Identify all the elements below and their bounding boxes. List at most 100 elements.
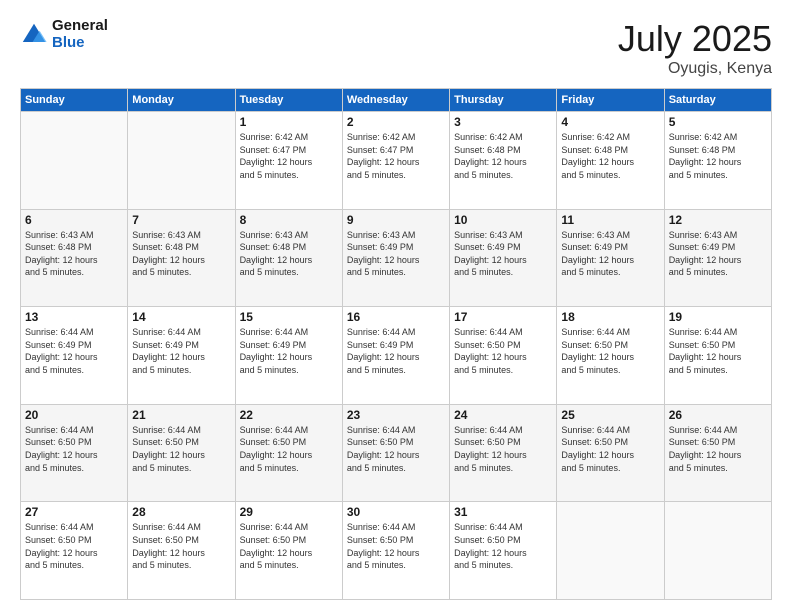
calendar-cell: 20Sunrise: 6:44 AMSunset: 6:50 PMDayligh… xyxy=(21,404,128,502)
calendar-header-row: SundayMondayTuesdayWednesdayThursdayFrid… xyxy=(21,89,772,112)
day-number: 23 xyxy=(347,408,445,422)
day-number: 14 xyxy=(132,310,230,324)
day-number: 29 xyxy=(240,505,338,519)
day-number: 16 xyxy=(347,310,445,324)
calendar-cell: 9Sunrise: 6:43 AMSunset: 6:49 PMDaylight… xyxy=(342,209,449,307)
day-number: 7 xyxy=(132,213,230,227)
day-detail: Sunrise: 6:44 AMSunset: 6:50 PMDaylight:… xyxy=(454,424,552,474)
day-detail: Sunrise: 6:44 AMSunset: 6:50 PMDaylight:… xyxy=(669,326,767,376)
day-detail: Sunrise: 6:44 AMSunset: 6:50 PMDaylight:… xyxy=(561,424,659,474)
calendar-cell: 26 Sunrise: 6:44 AMSunset: 6:50 PMDayligh… xyxy=(664,404,771,502)
calendar-cell: 22 Sunrise: 6:44 AMSunset: 6:50 PMDayligh… xyxy=(235,404,342,502)
day-detail: Sunrise: 6:42 AMSunset: 6:47 PMDaylight:… xyxy=(347,131,445,181)
calendar-week-1: 1Sunrise: 6:42 AMSunset: 6:47 PMDaylight… xyxy=(21,112,772,210)
day-detail: Sunrise: 6:43 AMSunset: 6:48 PMDaylight:… xyxy=(240,229,338,279)
calendar-cell xyxy=(664,502,771,600)
calendar-header-wednesday: Wednesday xyxy=(342,89,449,112)
day-detail: Sunrise: 6:44 AMSunset: 6:50 PMDaylight:… xyxy=(347,424,445,474)
calendar-header-monday: Monday xyxy=(128,89,235,112)
day-number: 6 xyxy=(25,213,123,227)
calendar-cell: 7 Sunrise: 6:43 AMSunset: 6:48 PMDaylight… xyxy=(128,209,235,307)
logo-line1: General xyxy=(52,18,108,35)
day-detail: Sunrise: 6:44 AMSunset: 6:50 PMDaylight:… xyxy=(669,424,767,474)
calendar-cell: 31Sunrise: 6:44 AMSunset: 6:50 PMDayligh… xyxy=(450,502,557,600)
calendar-cell: 17Sunrise: 6:44 AMSunset: 6:50 PMDayligh… xyxy=(450,307,557,405)
day-detail: Sunrise: 6:44 AMSunset: 6:50 PMDaylight:… xyxy=(25,424,123,474)
calendar-cell: 13 Sunrise: 6:44 AMSunset: 6:49 PMDayligh… xyxy=(21,307,128,405)
day-detail: Sunrise: 6:44 AMSunset: 6:49 PMDaylight:… xyxy=(25,326,123,376)
calendar-cell: 4 Sunrise: 6:42 AMSunset: 6:48 PMDaylight… xyxy=(557,112,664,210)
day-detail: Sunrise: 6:44 AMSunset: 6:50 PMDaylight:… xyxy=(132,521,230,571)
day-detail: Sunrise: 6:42 AMSunset: 6:48 PMDaylight:… xyxy=(561,131,659,181)
day-number: 22 xyxy=(240,408,338,422)
day-number: 5 xyxy=(669,115,767,129)
day-detail: Sunrise: 6:44 AMSunset: 6:50 PMDaylight:… xyxy=(25,521,123,571)
calendar-cell: 16 Sunrise: 6:44 AMSunset: 6:49 PMDayligh… xyxy=(342,307,449,405)
day-number: 8 xyxy=(240,213,338,227)
calendar-cell xyxy=(21,112,128,210)
calendar-cell: 1Sunrise: 6:42 AMSunset: 6:47 PMDaylight… xyxy=(235,112,342,210)
logo-line2: Blue xyxy=(52,35,108,52)
day-number: 19 xyxy=(669,310,767,324)
day-number: 4 xyxy=(561,115,659,129)
day-detail: Sunrise: 6:44 AMSunset: 6:50 PMDaylight:… xyxy=(347,521,445,571)
calendar-header-friday: Friday xyxy=(557,89,664,112)
title-block: July 2025 Oyugis, Kenya xyxy=(618,18,772,78)
calendar-week-5: 27Sunrise: 6:44 AMSunset: 6:50 PMDayligh… xyxy=(21,502,772,600)
calendar-cell: 24 Sunrise: 6:44 AMSunset: 6:50 PMDayligh… xyxy=(450,404,557,502)
day-number: 25 xyxy=(561,408,659,422)
day-number: 12 xyxy=(669,213,767,227)
calendar-cell: 19 Sunrise: 6:44 AMSunset: 6:50 PMDayligh… xyxy=(664,307,771,405)
day-detail: Sunrise: 6:44 AMSunset: 6:50 PMDaylight:… xyxy=(240,521,338,571)
day-detail: Sunrise: 6:43 AMSunset: 6:49 PMDaylight:… xyxy=(669,229,767,279)
location: Oyugis, Kenya xyxy=(618,60,772,78)
calendar-header-saturday: Saturday xyxy=(664,89,771,112)
header: General Blue July 2025 Oyugis, Kenya xyxy=(20,18,772,78)
calendar-cell: 21 Sunrise: 6:44 AMSunset: 6:50 PMDayligh… xyxy=(128,404,235,502)
logo: General Blue xyxy=(20,18,108,51)
day-number: 18 xyxy=(561,310,659,324)
calendar-cell: 30Sunrise: 6:44 AMSunset: 6:50 PMDayligh… xyxy=(342,502,449,600)
calendar-cell xyxy=(128,112,235,210)
calendar-cell: 23 Sunrise: 6:44 AMSunset: 6:50 PMDayligh… xyxy=(342,404,449,502)
calendar-cell: 12 Sunrise: 6:43 AMSunset: 6:49 PMDayligh… xyxy=(664,209,771,307)
day-detail: Sunrise: 6:44 AMSunset: 6:49 PMDaylight:… xyxy=(347,326,445,376)
calendar-cell: 2 Sunrise: 6:42 AMSunset: 6:47 PMDaylight… xyxy=(342,112,449,210)
day-detail: Sunrise: 6:43 AMSunset: 6:49 PMDaylight:… xyxy=(561,229,659,279)
calendar-cell: 6Sunrise: 6:43 AMSunset: 6:48 PMDaylight… xyxy=(21,209,128,307)
day-detail: Sunrise: 6:44 AMSunset: 6:49 PMDaylight:… xyxy=(132,326,230,376)
calendar-week-3: 13 Sunrise: 6:44 AMSunset: 6:49 PMDayligh… xyxy=(21,307,772,405)
day-number: 11 xyxy=(561,213,659,227)
calendar-table: SundayMondayTuesdayWednesdayThursdayFrid… xyxy=(20,88,772,600)
day-number: 24 xyxy=(454,408,552,422)
calendar-cell xyxy=(557,502,664,600)
day-number: 13 xyxy=(25,310,123,324)
day-number: 3 xyxy=(454,115,552,129)
day-detail: Sunrise: 6:44 AMSunset: 6:50 PMDaylight:… xyxy=(561,326,659,376)
day-detail: Sunrise: 6:44 AMSunset: 6:50 PMDaylight:… xyxy=(454,326,552,376)
calendar-cell: 8 Sunrise: 6:43 AMSunset: 6:48 PMDaylight… xyxy=(235,209,342,307)
day-number: 15 xyxy=(240,310,338,324)
calendar-cell: 14 Sunrise: 6:44 AMSunset: 6:49 PMDayligh… xyxy=(128,307,235,405)
day-number: 9 xyxy=(347,213,445,227)
day-detail: Sunrise: 6:42 AMSunset: 6:48 PMDaylight:… xyxy=(454,131,552,181)
calendar-cell: 25 Sunrise: 6:44 AMSunset: 6:50 PMDayligh… xyxy=(557,404,664,502)
day-number: 28 xyxy=(132,505,230,519)
day-number: 26 xyxy=(669,408,767,422)
page: General Blue July 2025 Oyugis, Kenya Sun… xyxy=(0,0,792,612)
calendar-week-4: 20Sunrise: 6:44 AMSunset: 6:50 PMDayligh… xyxy=(21,404,772,502)
day-number: 31 xyxy=(454,505,552,519)
day-number: 21 xyxy=(132,408,230,422)
day-detail: Sunrise: 6:44 AMSunset: 6:50 PMDaylight:… xyxy=(240,424,338,474)
day-number: 2 xyxy=(347,115,445,129)
day-number: 10 xyxy=(454,213,552,227)
day-detail: Sunrise: 6:44 AMSunset: 6:50 PMDaylight:… xyxy=(132,424,230,474)
calendar-week-2: 6 Sunrise: 6:43 AMSunset: 6:48 PMDaylight… xyxy=(21,209,772,307)
calendar-cell: 3 Sunrise: 6:42 AMSunset: 6:48 PMDaylight… xyxy=(450,112,557,210)
calendar-header-thursday: Thursday xyxy=(450,89,557,112)
day-detail: Sunrise: 6:43 AMSunset: 6:48 PMDaylight:… xyxy=(132,229,230,279)
calendar-cell: 28 Sunrise: 6:44 AMSunset: 6:50 PMDayligh… xyxy=(128,502,235,600)
calendar-header-tuesday: Tuesday xyxy=(235,89,342,112)
calendar-cell: 29 Sunrise: 6:44 AMSunset: 6:50 PMDayligh… xyxy=(235,502,342,600)
month-title: July 2025 xyxy=(618,18,772,60)
